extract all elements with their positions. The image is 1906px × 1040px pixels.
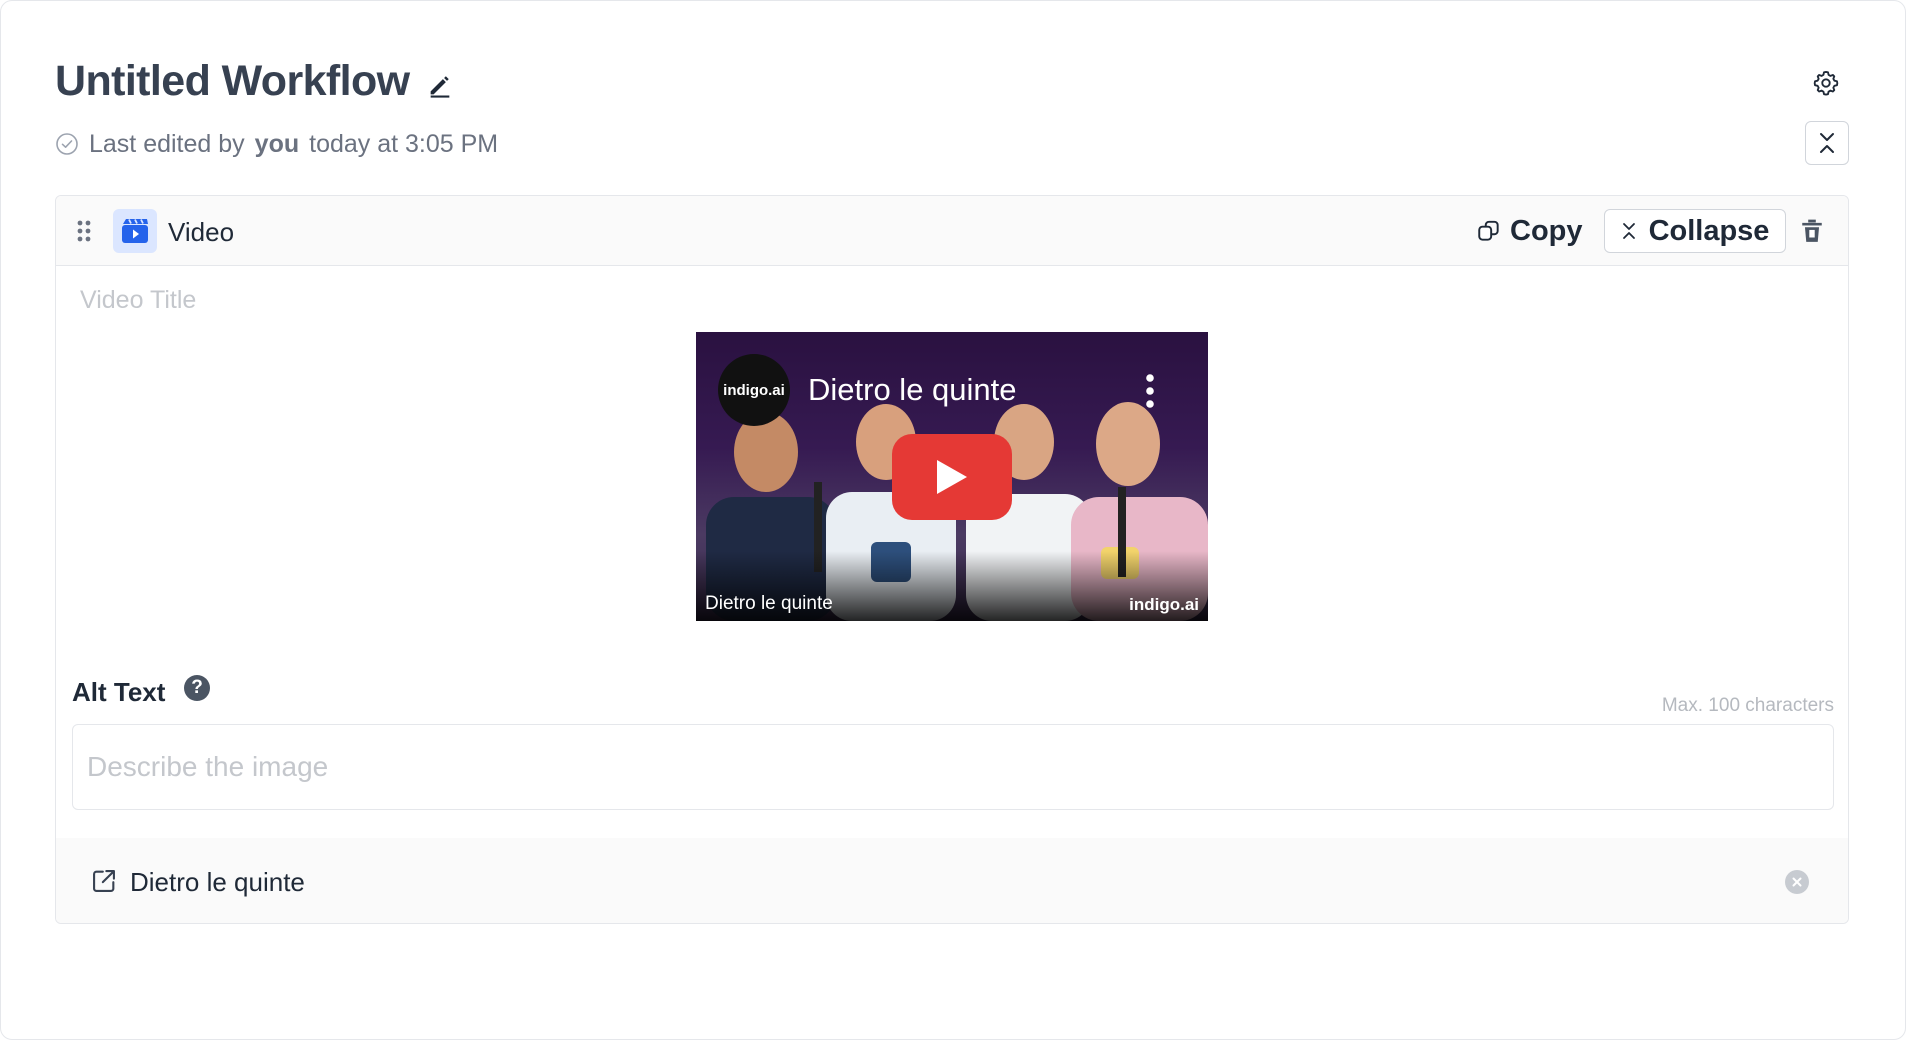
video-icon bbox=[122, 219, 148, 243]
page-title[interactable]: Untitled Workflow bbox=[55, 57, 410, 106]
status-user: you bbox=[254, 129, 300, 158]
collapse-all-button[interactable] bbox=[1805, 121, 1849, 165]
video-link-text[interactable]: Dietro le quinte bbox=[130, 867, 305, 898]
max-characters-hint: Max. 100 characters bbox=[1661, 695, 1834, 716]
close-icon bbox=[1622, 223, 1635, 239]
caption-right: indigo.ai bbox=[1129, 595, 1199, 614]
copy-label: Copy bbox=[1510, 214, 1583, 247]
copy-icon bbox=[1478, 220, 1499, 241]
trash-icon[interactable] bbox=[1799, 218, 1825, 244]
play-icon bbox=[937, 460, 967, 494]
drag-handle-icon[interactable] bbox=[76, 219, 92, 243]
play-button[interactable] bbox=[892, 434, 1012, 520]
gear-icon[interactable] bbox=[1812, 69, 1840, 97]
block-type-icon bbox=[113, 209, 157, 253]
video-title-overlay: Dietro le quinte bbox=[808, 372, 1017, 407]
video-block: Video Copy Collapse Video Title indigo.a… bbox=[55, 195, 1849, 924]
alt-text-input[interactable] bbox=[72, 724, 1834, 810]
workflow-page: Untitled Workflow Last edited by you tod… bbox=[0, 0, 1906, 1040]
video-link-row: Dietro le quinte bbox=[56, 838, 1848, 923]
remove-link-button[interactable] bbox=[1785, 870, 1809, 894]
alt-text-label: Alt Text bbox=[72, 677, 166, 707]
pencil-icon[interactable] bbox=[426, 71, 454, 99]
video-thumbnail[interactable]: indigo.ai Dietro le quinte Dietro le qui… bbox=[696, 332, 1208, 621]
block-header: Video Copy Collapse bbox=[56, 196, 1848, 266]
external-link-icon[interactable] bbox=[90, 867, 118, 895]
channel-logo: indigo.ai bbox=[718, 354, 790, 426]
caption-left: Dietro le quinte bbox=[705, 593, 833, 614]
collapse-button[interactable]: Collapse bbox=[1604, 209, 1786, 253]
video-title-input[interactable] bbox=[80, 282, 780, 318]
remove-icon bbox=[1792, 877, 1802, 887]
last-edited-status: Last edited by you today at 3:05 PM bbox=[55, 129, 498, 159]
more-vertical-icon[interactable] bbox=[1144, 374, 1156, 408]
collapse-vertical-icon bbox=[1820, 133, 1834, 153]
copy-button[interactable]: Copy bbox=[1468, 210, 1591, 252]
status-prefix: Last edited by bbox=[89, 129, 245, 158]
check-circle-icon bbox=[56, 133, 78, 155]
block-type-label: Video bbox=[168, 217, 235, 247]
collapse-label: Collapse bbox=[1648, 214, 1770, 247]
status-time: today at 3:05 PM bbox=[309, 129, 499, 158]
help-icon[interactable]: ? bbox=[184, 675, 210, 701]
